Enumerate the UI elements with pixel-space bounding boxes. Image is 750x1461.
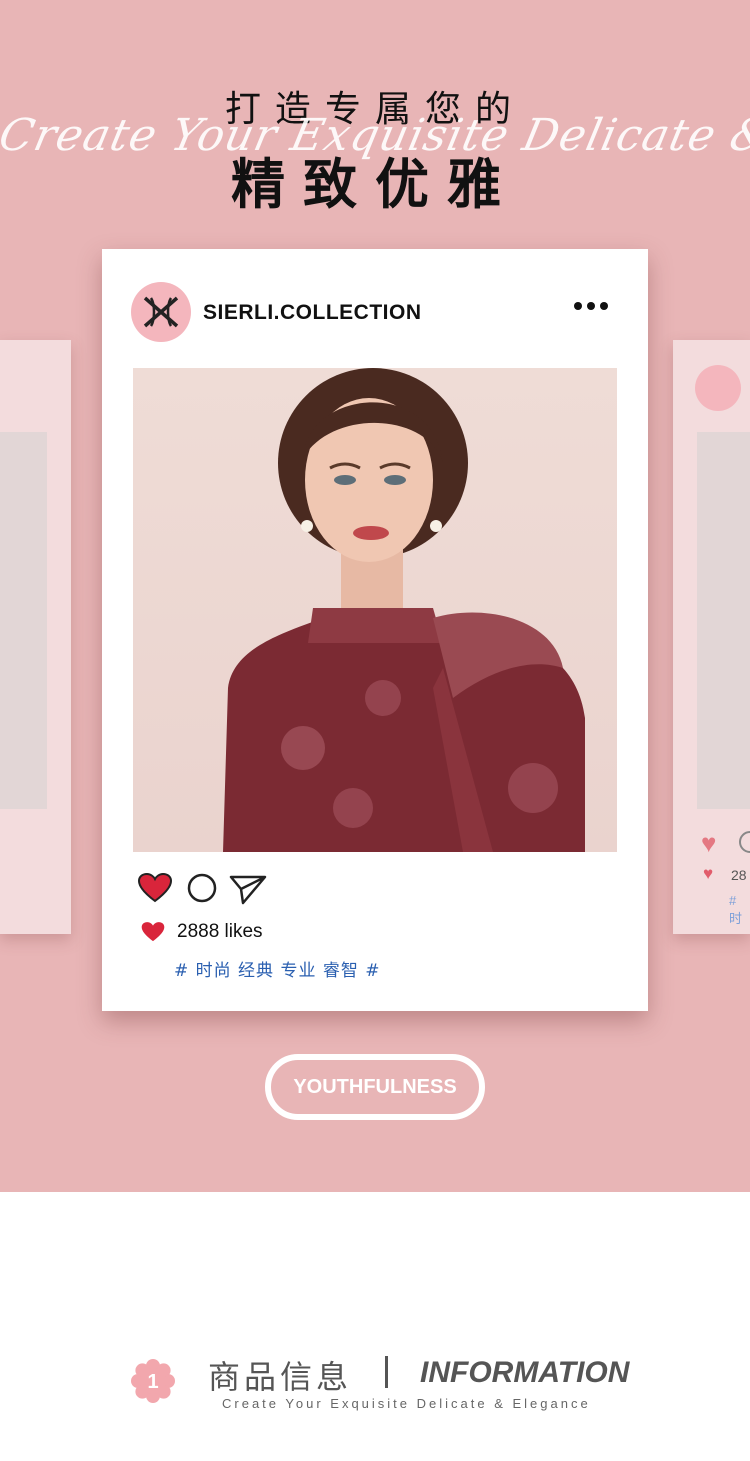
heart-icon[interactable] [138,873,172,903]
flower-badge-icon: 1 [131,1359,175,1403]
side-post-image-placeholder [0,432,47,809]
share-icon[interactable] [229,873,267,905]
side-hashtags: # 时 [729,893,743,926]
likes-row: 2888 likes [141,921,263,943]
side-comment-icon [739,831,750,853]
info-divider [385,1356,388,1388]
post-photo [133,368,617,852]
username[interactable]: SIERLI.COLLECTION [203,301,422,325]
likes-count[interactable]: 2888 likes [177,921,263,943]
side-post-card-left [0,340,71,934]
comment-icon[interactable] [187,873,217,903]
side-post-avatar [695,365,741,411]
side-post-card-right: ♥ ♥ 28 # 时 [673,340,750,934]
hashtags[interactable]: # 时尚 经典 专业 睿智 # [174,956,381,981]
info-subtitle: Create Your Exquisite Delicate & Eleganc… [222,1396,591,1411]
post-card: SIERLI.COLLECTION 2888 likes # 时尚 经典 专业 … [102,249,648,1011]
side-heart-icon: ♥ [701,828,717,858]
info-title-cn: 商品信息 [208,1358,353,1396]
heart-small-icon [141,922,165,942]
youthfulness-button[interactable]: YOUTHFULNESS [265,1054,485,1120]
model-illustration [223,368,585,852]
side-likes-count: 28 [731,867,747,883]
headline-line2: 精致优雅 [231,153,519,216]
badge-number: 1 [147,1371,158,1393]
side-like-small-icon: ♥ [703,864,714,883]
side-post-image-placeholder [697,432,750,809]
avatar[interactable] [131,282,191,342]
info-title-en: INFORMATION [420,1356,630,1389]
logo-icon [143,296,179,328]
more-icon[interactable] [574,302,608,310]
